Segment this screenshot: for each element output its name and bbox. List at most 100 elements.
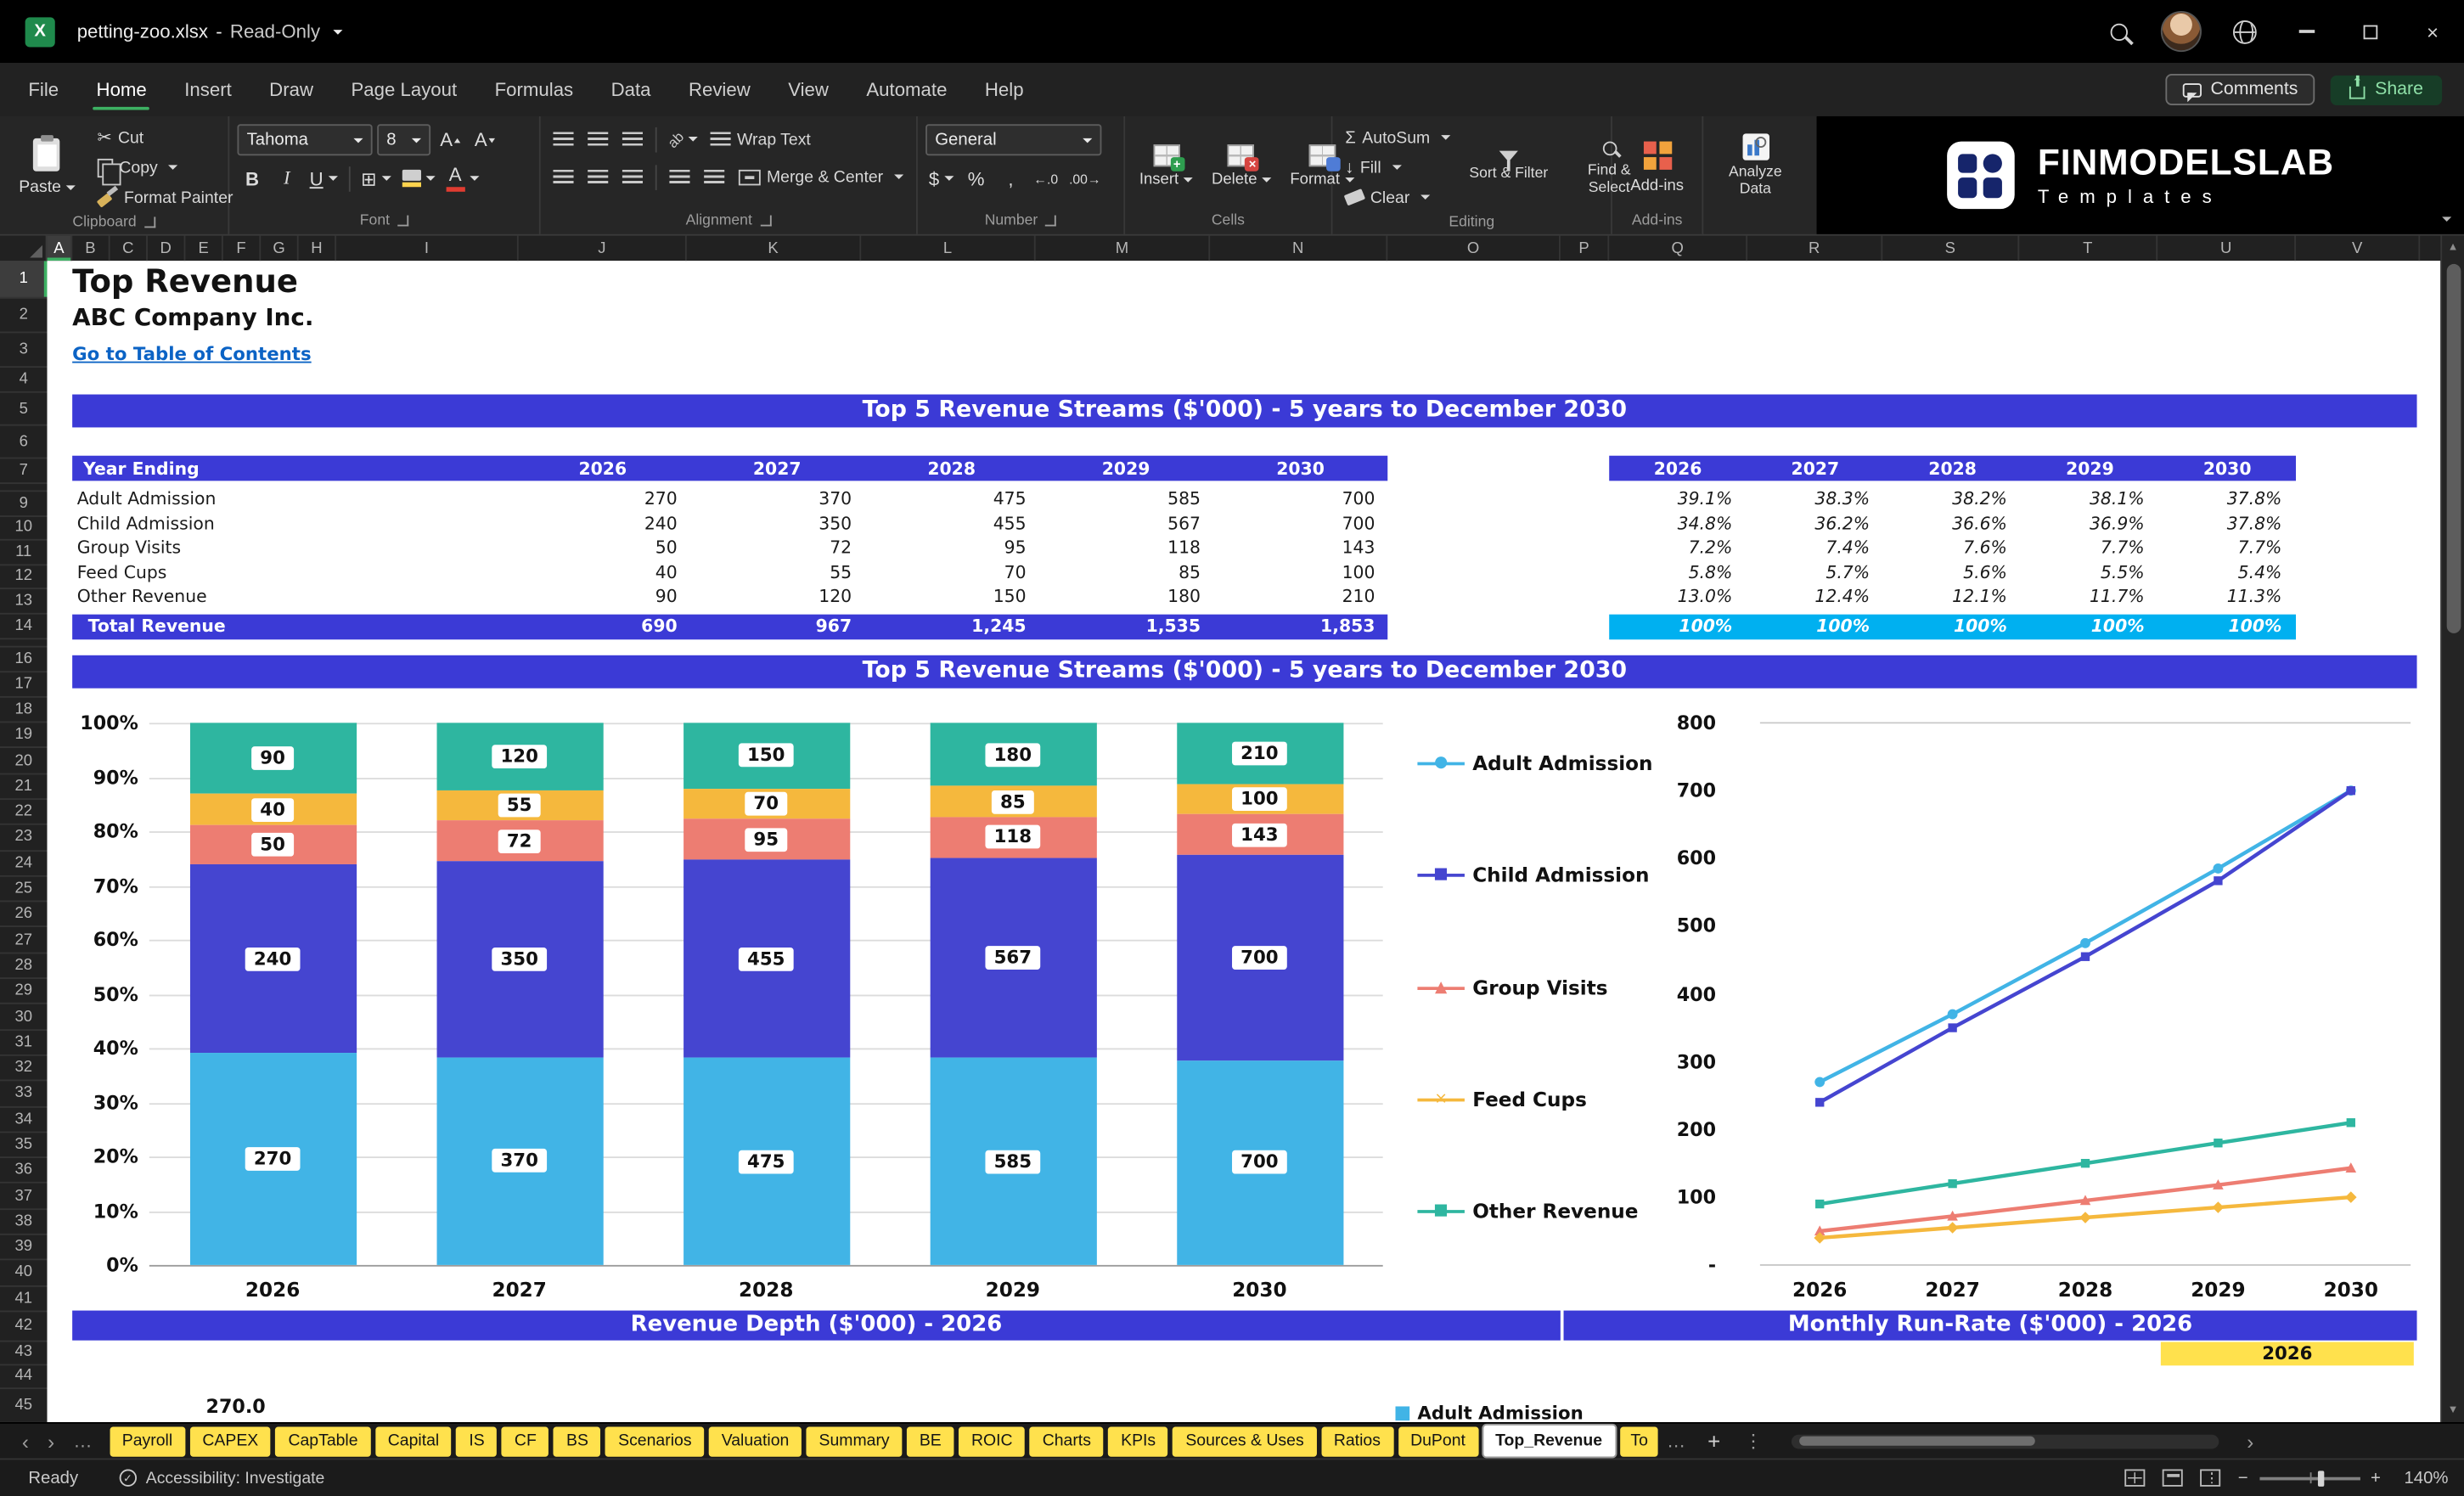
row-header-40[interactable]: 40 xyxy=(0,1261,48,1287)
row-header-45[interactable]: 45 xyxy=(0,1389,48,1422)
previous-sheet-button[interactable]: ‹ xyxy=(13,1429,38,1453)
zoom-level[interactable]: 140% xyxy=(2398,1469,2448,1488)
column-header-a[interactable]: A xyxy=(47,235,73,262)
align-top-button[interactable] xyxy=(548,124,578,154)
row-header-30[interactable]: 30 xyxy=(0,1004,48,1031)
borders-button[interactable]: ⊞ xyxy=(357,163,394,193)
more-sheets-button[interactable]: … xyxy=(1657,1430,1696,1452)
clear-button[interactable]: Clear xyxy=(1341,184,1455,211)
menu-draw[interactable]: Draw xyxy=(269,63,313,116)
page-break-view-button[interactable] xyxy=(2200,1469,2221,1487)
column-header-e[interactable]: E xyxy=(185,235,223,262)
sort-filter-button[interactable]: Sort & Filter xyxy=(1461,124,1555,211)
sheet-canvas[interactable]: Top Revenue ABC Company Inc. Go to Table… xyxy=(47,261,2441,1422)
menu-automate[interactable]: Automate xyxy=(866,63,947,116)
scroll-down-icon[interactable]: ▼ xyxy=(2442,1398,2464,1422)
row-header-43[interactable]: 43 xyxy=(0,1341,48,1366)
row-header-26[interactable]: 26 xyxy=(0,903,48,928)
sheet-tab-bs[interactable]: BS xyxy=(554,1426,601,1456)
row-header-12[interactable]: 12 xyxy=(0,565,48,590)
align-bottom-button[interactable] xyxy=(617,124,647,154)
row-header-2[interactable]: 2 xyxy=(0,299,48,334)
sheet-tab-valuation[interactable]: Valuation xyxy=(708,1426,802,1456)
increase-indent-button[interactable] xyxy=(699,162,729,192)
row-header-10[interactable]: 10 xyxy=(0,516,48,541)
column-header-u[interactable]: U xyxy=(2157,235,2297,262)
web-version-button[interactable] xyxy=(2213,0,2276,63)
row-header-14[interactable]: 14 xyxy=(0,614,48,639)
sheet-tab-capex[interactable]: CAPEX xyxy=(189,1426,272,1456)
cut-button[interactable]: ✂ Cut xyxy=(93,124,238,150)
row-header-13[interactable]: 13 xyxy=(0,589,48,614)
insert-cells-button[interactable]: + Insert xyxy=(1133,124,1199,209)
all-sheets-button[interactable]: … xyxy=(64,1430,103,1452)
orientation-button[interactable]: ab xyxy=(665,124,701,154)
comments-button[interactable]: Comments xyxy=(2164,73,2315,106)
row-header-41[interactable]: 41 xyxy=(0,1286,48,1313)
column-header-v[interactable]: V xyxy=(2296,235,2421,262)
sheet-tab-dupont[interactable]: DuPont xyxy=(1398,1426,1478,1456)
menu-page-layout[interactable]: Page Layout xyxy=(351,63,457,116)
column-header-g[interactable]: G xyxy=(261,235,299,262)
vertical-scrollbar-thumb[interactable] xyxy=(2445,263,2461,633)
add-ins-button[interactable]: Add-ins xyxy=(1624,124,1690,209)
scroll-up-icon[interactable]: ▲ xyxy=(2442,236,2464,260)
tab-options-icon[interactable]: ⋮ xyxy=(1731,1430,1775,1452)
dialog-launcher-icon[interactable] xyxy=(1045,215,1057,227)
row-header-21[interactable]: 21 xyxy=(0,774,48,801)
sheet-tab-roic[interactable]: ROIC xyxy=(959,1426,1026,1456)
merge-center-button[interactable]: Merge & Center xyxy=(734,163,909,189)
dialog-launcher-icon[interactable] xyxy=(760,215,772,227)
accounting-format-button[interactable]: $ xyxy=(925,163,956,193)
legend-item-other-revenue[interactable]: ■ Other Revenue xyxy=(1417,1199,1638,1223)
row-header-22[interactable]: 22 xyxy=(0,800,48,826)
column-header-i[interactable]: I xyxy=(336,235,519,262)
share-button[interactable]: Share xyxy=(2331,74,2443,105)
column-header-j[interactable]: J xyxy=(519,235,687,262)
wrap-text-button[interactable]: Wrap Text xyxy=(706,126,815,152)
column-header-s[interactable]: S xyxy=(1882,235,2020,262)
column-header-b[interactable]: B xyxy=(72,235,110,262)
row-header-19[interactable]: 19 xyxy=(0,723,48,749)
column-header-k[interactable]: K xyxy=(687,235,862,262)
analyze-data-button[interactable]: Analyze Data xyxy=(1708,124,1803,209)
search-button[interactable] xyxy=(2087,0,2150,63)
sheet-tab-charts[interactable]: Charts xyxy=(1029,1426,1104,1456)
fill-button[interactable]: ↓ Fill xyxy=(1341,154,1455,180)
row-header-hidden[interactable] xyxy=(0,484,48,492)
sheet-tab-is[interactable]: IS xyxy=(456,1426,498,1456)
legend-item-feed-cups[interactable]: × Feed Cups xyxy=(1417,1088,1587,1111)
normal-view-button[interactable] xyxy=(2124,1469,2146,1487)
sheet-tab-summary[interactable]: Summary xyxy=(806,1426,903,1456)
horizontal-scrollbar[interactable] xyxy=(1791,1433,2219,1448)
next-sheet-button[interactable]: › xyxy=(38,1429,64,1453)
decrease-indent-button[interactable] xyxy=(665,162,695,192)
row-header-33[interactable]: 33 xyxy=(0,1082,48,1107)
format-painter-button[interactable]: Format Painter xyxy=(93,184,238,211)
column-header-h[interactable]: H xyxy=(299,235,337,262)
number-format-select[interactable]: General xyxy=(925,124,1102,156)
page-layout-view-button[interactable] xyxy=(2162,1469,2183,1487)
sheet-tab-capital[interactable]: Capital xyxy=(374,1426,453,1456)
close-button[interactable]: × xyxy=(2401,0,2464,63)
accessibility-button[interactable]: ✓ Accessibility: Investigate xyxy=(119,1469,324,1488)
row-header-27[interactable]: 27 xyxy=(0,928,48,954)
sheet-tab-to[interactable]: To xyxy=(1619,1426,1657,1456)
sheet-tab-scenarios[interactable]: Scenarios xyxy=(605,1426,705,1456)
row-header-25[interactable]: 25 xyxy=(0,877,48,903)
menu-review[interactable]: Review xyxy=(689,63,751,116)
toc-link[interactable]: Go to Table of Contents xyxy=(72,342,312,364)
maximize-button[interactable] xyxy=(2338,0,2401,63)
menu-home[interactable]: Home xyxy=(93,63,150,116)
sheet-tab-payroll[interactable]: Payroll xyxy=(109,1426,186,1456)
column-header-o[interactable]: O xyxy=(1387,235,1561,262)
row-header-39[interactable]: 39 xyxy=(0,1235,48,1261)
font-color-button[interactable]: A xyxy=(442,163,481,193)
italic-button[interactable]: I xyxy=(272,163,301,193)
dialog-launcher-icon[interactable] xyxy=(143,216,155,228)
increase-font-button[interactable]: A xyxy=(436,125,465,155)
row-header-31[interactable]: 31 xyxy=(0,1030,48,1056)
menu-insert[interactable]: Insert xyxy=(184,63,232,116)
row-header-17[interactable]: 17 xyxy=(0,672,48,698)
paste-button[interactable]: Paste xyxy=(8,124,86,211)
